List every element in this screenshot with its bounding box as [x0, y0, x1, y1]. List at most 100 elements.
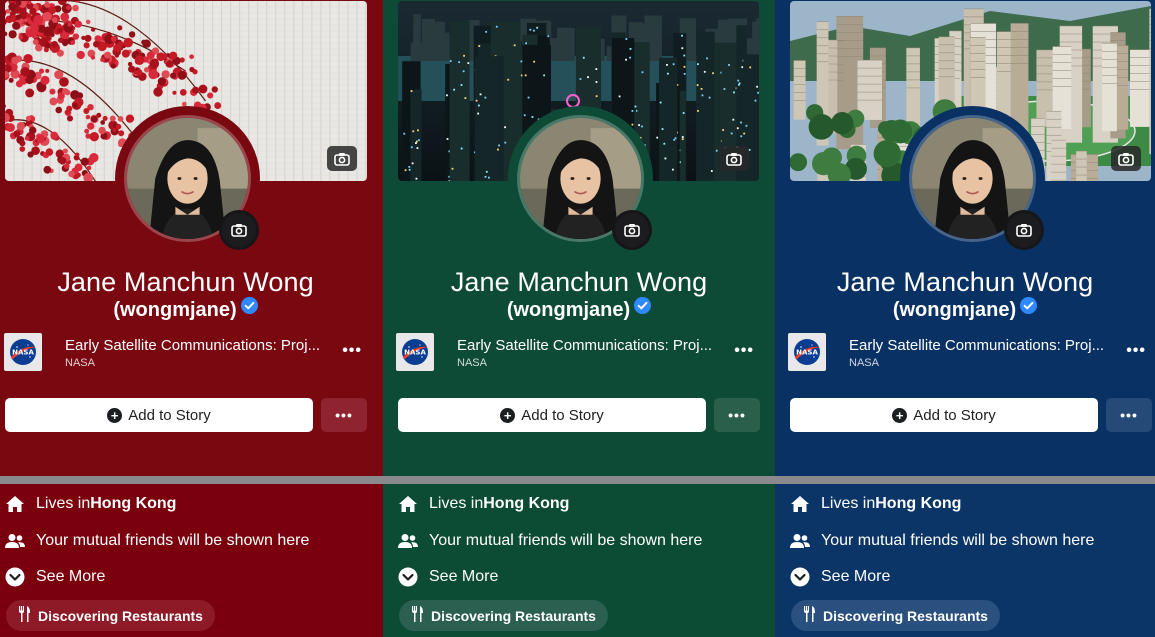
music-title: Early Satellite Communications: Proj... [849, 337, 1105, 354]
mutual-friends-text: Your mutual friends will be shown here [36, 532, 310, 549]
hobby-chip[interactable]: Discovering Restaurants [6, 600, 215, 631]
mutual-friends-row: Your mutual friends will be shown here [790, 531, 1094, 551]
avatar-camera-button[interactable] [612, 210, 652, 250]
hobby-chip-label: Discovering Restaurants [431, 607, 596, 624]
profile-header: Jane Manchun Wong (wongmjane) NASA Early… [775, 0, 1155, 476]
see-more-row[interactable]: See More [398, 567, 498, 587]
mutual-friends-text: Your mutual friends will be shown here [821, 532, 1095, 549]
camera-icon [1118, 152, 1134, 166]
friends-icon [398, 531, 418, 551]
see-more-label: See More [821, 568, 891, 585]
lives-in-city: Hong Kong [483, 495, 570, 512]
add-to-story-button[interactable]: + Add to Story [398, 398, 706, 432]
camera-icon [334, 152, 350, 166]
profile-details: Lives in Hong Kong Your mutual friends w… [383, 484, 775, 637]
chevron-down-circle-icon [398, 567, 418, 587]
see-more-row[interactable]: See More [790, 567, 890, 587]
friends-icon [790, 531, 810, 551]
profile-panel-red: Jane Manchun Wong (wongmjane) NASA Early… [0, 0, 383, 637]
profile-more-button[interactable]: ••• [321, 398, 367, 432]
section-divider [0, 476, 383, 484]
see-more-row[interactable]: See More [5, 567, 105, 587]
nasa-logo-icon: NASA [396, 333, 434, 371]
hobby-chip-label: Discovering Restaurants [823, 607, 988, 624]
lives-in-row: Lives in Hong Kong [398, 494, 569, 514]
chevron-down-circle-icon [790, 567, 810, 587]
avatar-camera-button[interactable] [219, 210, 259, 250]
see-more-label: See More [429, 568, 499, 585]
cover-camera-button[interactable] [327, 146, 357, 171]
camera-icon [231, 224, 247, 237]
music-more-button[interactable]: ••• [734, 342, 754, 360]
friends-icon [5, 531, 25, 551]
lives-in-city: Hong Kong [90, 495, 177, 512]
profile-panel-green: Jane Manchun Wong (wongmjane) NASA Early… [383, 0, 775, 637]
plus-icon: + [892, 407, 908, 423]
music-title: Early Satellite Communications: Proj... [457, 337, 713, 354]
lives-in-prefix: Lives in [36, 495, 91, 512]
lives-in-row: Lives in Hong Kong [790, 494, 961, 514]
hobby-chip-label: Discovering Restaurants [38, 607, 203, 624]
lives-in-city: Hong Kong [875, 495, 962, 512]
handle-text: (wongmjane) [113, 299, 237, 321]
lives-in-prefix: Lives in [821, 495, 876, 512]
svg-text:NASA: NASA [404, 349, 426, 357]
music-artist: NASA [457, 357, 487, 369]
hobby-chip[interactable]: Discovering Restaurants [791, 600, 1000, 631]
camera-icon [1016, 224, 1032, 237]
plus-icon: + [107, 407, 123, 423]
add-to-story-button[interactable]: + Add to Story [790, 398, 1098, 432]
avatar-camera-button[interactable] [1004, 210, 1044, 250]
profile-panel-blue: Jane Manchun Wong (wongmjane) NASA Early… [775, 0, 1155, 637]
profile-more-button[interactable]: ••• [714, 398, 760, 432]
fork-knife-icon [18, 605, 30, 626]
handle-text: (wongmjane) [892, 299, 1017, 321]
handle-text: (wongmjane) [506, 299, 631, 321]
profile-music[interactable]: NASA Early Satellite Communications: Pro… [788, 332, 1155, 372]
nasa-logo-icon: NASA [788, 333, 826, 371]
profile-handle: (wongmjane) [0, 297, 377, 322]
profile-name: Jane Manchun Wong [450, 267, 708, 297]
plus-icon: + [500, 407, 516, 423]
home-icon [5, 494, 25, 514]
add-to-story-label: Add to Story [128, 406, 211, 424]
camera-icon [624, 224, 640, 237]
cover-camera-button[interactable] [1111, 146, 1141, 171]
mutual-friends-text: Your mutual friends will be shown here [429, 532, 703, 549]
cover-camera-button[interactable] [719, 146, 749, 171]
avatar-ring [903, 109, 1044, 250]
see-more-label: See More [36, 568, 106, 585]
profile-music[interactable]: NASA Early Satellite Communications: Pro… [4, 332, 374, 372]
profile-header: Jane Manchun Wong (wongmjane) NASA Early… [0, 0, 383, 476]
verified-badge-icon [634, 297, 652, 314]
profile-music[interactable]: NASA Early Satellite Communications: Pro… [396, 332, 766, 372]
profile-more-button[interactable]: ••• [1106, 398, 1152, 432]
lives-in-prefix: Lives in [429, 495, 484, 512]
avatar-ring [511, 109, 652, 250]
lives-in-row: Lives in Hong Kong [5, 494, 176, 514]
music-artist: NASA [65, 357, 95, 369]
hobby-chip[interactable]: Discovering Restaurants [399, 600, 608, 631]
fork-knife-icon [803, 605, 815, 626]
svg-text:NASA: NASA [796, 349, 818, 357]
music-title: Early Satellite Communications: Proj... [65, 337, 321, 354]
profile-theme-comparison: Jane Manchun Wong (wongmjane) NASA Early… [0, 0, 1155, 637]
profile-name: Jane Manchun Wong [836, 267, 1094, 297]
fork-knife-icon [411, 605, 423, 626]
music-more-button[interactable]: ••• [342, 342, 362, 360]
verified-badge-icon [1020, 297, 1038, 314]
mutual-friends-row: Your mutual friends will be shown here [5, 531, 309, 551]
home-icon [790, 494, 810, 514]
music-more-button[interactable]: ••• [1126, 342, 1146, 360]
profile-details: Lives in Hong Kong Your mutual friends w… [0, 484, 383, 637]
section-divider [775, 476, 1155, 484]
svg-text:NASA: NASA [12, 349, 34, 357]
profile-handle: (wongmjane) [383, 297, 775, 322]
chevron-down-circle-icon [5, 567, 25, 587]
camera-icon [726, 152, 742, 166]
add-to-story-label: Add to Story [521, 406, 604, 424]
profile-details: Lives in Hong Kong Your mutual friends w… [775, 484, 1155, 637]
music-artist: NASA [849, 357, 879, 369]
section-divider [383, 476, 775, 484]
add-to-story-button[interactable]: + Add to Story [5, 398, 313, 432]
